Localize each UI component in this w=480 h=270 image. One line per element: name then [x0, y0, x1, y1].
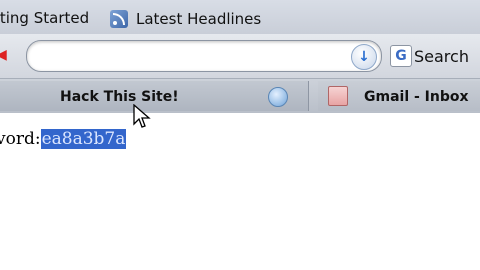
bookmark-latest-headlines[interactable]: Latest Headlines	[110, 9, 261, 29]
tab-hack-this-site[interactable]: Hack This Site!	[0, 81, 309, 111]
search-placeholder: Search	[414, 46, 469, 66]
address-bar[interactable]: ↓	[26, 40, 382, 72]
bookmark-getting-started[interactable]: tting Started	[0, 9, 89, 27]
back-arrow-icon[interactable]: ◀	[0, 47, 10, 63]
mouse-cursor-icon	[133, 104, 151, 128]
password-line: vord:ea8a3b7a	[0, 129, 127, 149]
tab-label: Gmail - Inbox	[364, 89, 469, 105]
bookmark-latest-headlines-label: Latest Headlines	[136, 10, 262, 28]
go-arrow-icon[interactable]: ↓	[351, 44, 377, 70]
gmail-icon	[328, 86, 348, 106]
rss-icon	[110, 10, 128, 28]
tab-label: Hack This Site!	[60, 89, 179, 105]
tab-bar: Hack This Site! Gmail - Inbox	[0, 78, 480, 114]
tab-reload-icon[interactable]	[268, 87, 288, 107]
bookmarks-toolbar: tting Started Latest Headlines	[0, 0, 480, 35]
navigation-toolbar: ◀ ↓ G Search	[0, 34, 480, 78]
tab-gmail-inbox[interactable]: Gmail - Inbox	[318, 81, 480, 111]
password-value-selected[interactable]: ea8a3b7a	[40, 129, 127, 149]
page-content: vord:ea8a3b7a	[0, 113, 480, 270]
google-icon[interactable]: G	[390, 45, 412, 67]
password-label: vord:	[0, 129, 41, 149]
search-box[interactable]: G Search	[390, 44, 469, 68]
